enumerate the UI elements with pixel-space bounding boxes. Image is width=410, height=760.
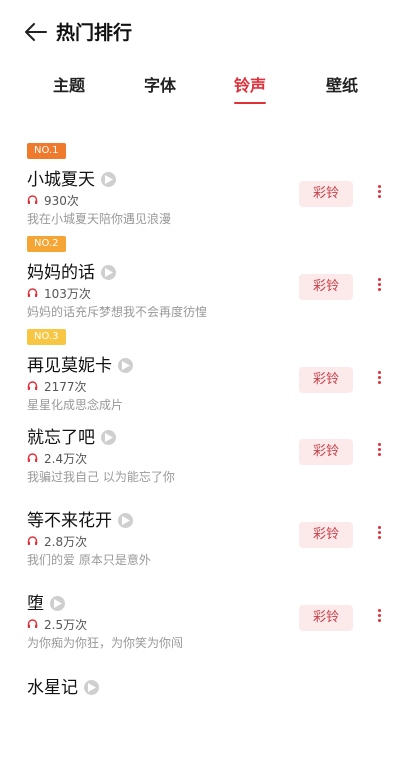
set-ringback-button[interactable]: 彩铃 [299,605,353,631]
headphone-icon [27,618,38,632]
song-description: 我骗过我自己 以为能忘了你 [27,470,175,484]
set-ringback-button[interactable]: 彩铃 [299,274,353,300]
active-tab-indicator [234,102,266,104]
play-count-text: 930次 [44,194,79,208]
more-options-icon[interactable] [372,276,386,294]
song-title-text: 堕 [27,594,44,614]
play-icon[interactable] [118,512,133,528]
play-count: 2.8万次 [27,533,87,550]
list-item[interactable]: NO.3 再见莫妮卡 2177次星星化成思念成片 彩铃 [0,326,410,416]
song-title: 小城夏天 [27,165,116,190]
play-icon[interactable] [101,264,116,280]
more-options-icon[interactable] [372,607,386,625]
headphone-icon [27,194,38,208]
song-title: 等不来花开 [27,506,133,531]
song-description: 我在小城夏天陪你遇见浪漫 [27,212,172,226]
song-description: 为你痴为你狂，为你笑为你闯 [27,636,184,650]
set-ringback-button[interactable]: 彩铃 [299,181,353,207]
play-count: 2.5万次 [27,616,87,633]
play-icon[interactable] [50,595,65,611]
song-title: 水星记 [27,673,99,698]
tab-themes[interactable]: 主题 [29,72,109,96]
song-title: 堕 [27,589,65,614]
headphone-icon [27,380,38,394]
list-item[interactable]: NO.1 小城夏天 930次我在小城夏天陪你遇见浪漫 彩铃 [0,140,410,230]
rank-badge: NO.1 [27,143,66,159]
song-description: 妈妈的话充斥梦想我不会再度彷惶 [27,305,208,319]
play-count-text: 2177次 [44,380,87,394]
song-description: 我们的爱 原本只是意外 [27,553,151,567]
song-title: 再见莫妮卡 [27,351,133,376]
rank-badge: NO.2 [27,236,66,252]
play-icon[interactable] [118,357,133,373]
more-options-icon[interactable] [372,183,386,201]
song-title-text: 等不来花开 [27,511,112,531]
play-icon[interactable] [101,429,116,445]
tab-ringtones[interactable]: 铃声 [210,72,290,96]
song-title-text: 小城夏天 [27,170,95,190]
song-title: 妈妈的话 [27,258,116,283]
more-options-icon[interactable] [372,524,386,542]
play-count: 930次 [27,192,79,209]
list-item[interactable]: 堕 2.5万次为你痴为你狂，为你笑为你闯 彩铃 [0,586,410,676]
headphone-icon [27,535,38,549]
play-count-text: 2.4万次 [44,452,88,466]
song-title: 就忘了吧 [27,423,116,448]
tab-bar: 主题 字体 铃声 壁纸 [0,64,410,110]
play-count-text: 2.5万次 [44,618,88,632]
play-count-text: 2.8万次 [44,535,88,549]
play-count: 2.4万次 [27,450,87,467]
headphone-icon [27,287,38,301]
song-description: 星星化成思念成片 [27,398,124,412]
song-title-text: 再见莫妮卡 [27,356,112,376]
list-item[interactable]: 就忘了吧 2.4万次我骗过我自己 以为能忘了你 彩铃 [0,420,410,510]
play-count: 103万次 [27,285,91,302]
song-title-text: 水星记 [27,678,78,698]
set-ringback-button[interactable]: 彩铃 [299,439,353,465]
play-count: 2177次 [27,378,87,395]
tab-fonts[interactable]: 字体 [120,72,200,96]
list-item[interactable]: NO.2 妈妈的话 103万次妈妈的话充斥梦想我不会再度彷惶 彩铃 [0,233,410,323]
set-ringback-button[interactable]: 彩铃 [299,367,353,393]
play-icon[interactable] [84,679,99,695]
headphone-icon [27,452,38,466]
song-title-text: 就忘了吧 [27,428,95,448]
song-title-text: 妈妈的话 [27,263,95,283]
tab-wallpapers[interactable]: 壁纸 [302,72,382,96]
page-title: 热门排行 [56,22,133,44]
header: 热门排行 [0,0,410,64]
list-item[interactable]: 等不来花开 2.8万次我们的爱 原本只是意外 彩铃 [0,503,410,593]
rank-badge: NO.3 [27,329,66,345]
list-item[interactable]: 水星记 [0,670,410,760]
play-count-text: 103万次 [44,287,91,301]
set-ringback-button[interactable]: 彩铃 [299,522,353,548]
play-icon[interactable] [101,171,116,187]
more-options-icon[interactable] [372,441,386,459]
back-arrow-icon[interactable] [24,20,48,44]
more-options-icon[interactable] [372,369,386,387]
